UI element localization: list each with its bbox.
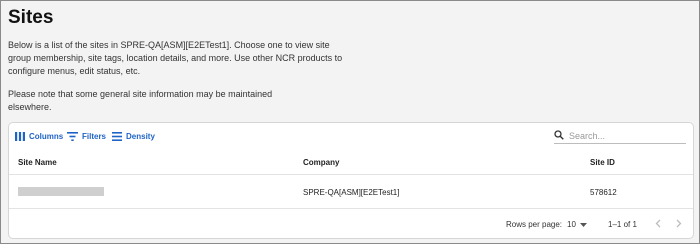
- column-header-site-id[interactable]: Site ID: [590, 158, 615, 167]
- filters-button[interactable]: Filters: [67, 130, 106, 143]
- rows-per-page-select[interactable]: 10: [567, 218, 587, 231]
- note-text: Please note that some general site infor…: [8, 89, 273, 112]
- next-page-button[interactable]: [673, 218, 685, 230]
- chevron-right-icon: [676, 215, 682, 233]
- page-frame: Sites Below is a list of the sites in SP…: [0, 0, 700, 244]
- filters-label: Filters: [82, 132, 107, 141]
- table-pagination: Rows per page: 10 1–1 of 1: [9, 209, 693, 240]
- table-row[interactable]: SPRE-QA[ASM][E2ETest1] 578612: [9, 175, 693, 209]
- column-header-site-name[interactable]: Site Name: [18, 158, 57, 167]
- columns-icon: [15, 132, 25, 141]
- columns-label: Columns: [29, 132, 64, 141]
- search-field[interactable]: [554, 128, 686, 144]
- search-input[interactable]: [569, 130, 679, 141]
- table-header-row: Site Name Company Site ID: [9, 149, 693, 175]
- columns-button[interactable]: Columns: [15, 130, 63, 143]
- page-title: Sites: [8, 7, 54, 28]
- cell-company: SPRE-QA[ASM][E2ETest1]: [303, 188, 400, 197]
- dropdown-arrow-icon: [579, 220, 587, 229]
- filter-icon: [67, 132, 78, 141]
- column-header-company[interactable]: Company: [303, 158, 339, 167]
- previous-page-button[interactable]: [652, 218, 664, 230]
- density-label: Density: [126, 132, 155, 141]
- rows-per-page-value: 10: [567, 220, 576, 229]
- rows-per-page-label: Rows per page:: [506, 220, 563, 229]
- redacted-site-name: [18, 187, 104, 196]
- pagination-range: 1–1 of 1: [608, 220, 637, 229]
- grid-toolbar: Columns Filters Density Search...: [9, 123, 693, 149]
- chevron-left-icon: [655, 215, 661, 233]
- search-icon: [554, 127, 564, 145]
- intro-text: Below is a list of the sites in SPRE-QA[…: [8, 40, 343, 76]
- cell-site-id: 578612: [590, 188, 617, 197]
- density-button[interactable]: Density: [112, 130, 155, 143]
- sites-data-grid: Columns Filters Density Search... Site N…: [8, 122, 694, 239]
- density-icon: [112, 132, 122, 141]
